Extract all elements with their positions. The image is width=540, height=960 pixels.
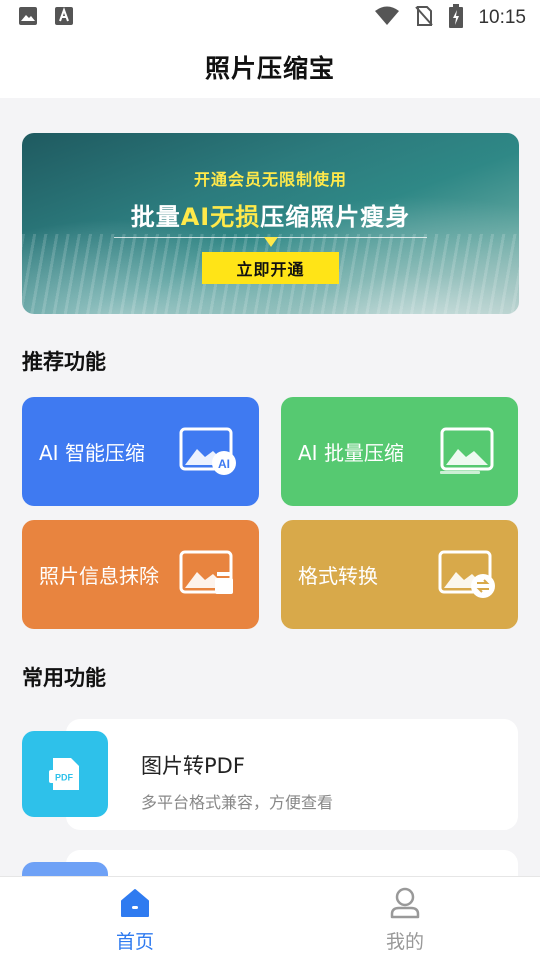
ai-image-icon: AI xyxy=(179,427,237,477)
recommended-section-title: 推荐功能 xyxy=(22,350,106,374)
common-section-title: 常用功能 xyxy=(22,666,106,690)
list-item-title: 图片转PDF xyxy=(141,754,245,778)
photo-info-erase-card[interactable]: 照片信息抹除 xyxy=(22,520,259,629)
ai-batch-compress-card[interactable]: AI 批量压缩 xyxy=(281,397,518,506)
status-bar: 10:15 xyxy=(0,0,540,36)
nav-home[interactable]: 首页 xyxy=(0,877,270,960)
app-title: 照片压缩宝 xyxy=(204,54,335,83)
pdf-file-icon: PDF xyxy=(22,731,108,817)
user-icon xyxy=(389,887,421,919)
wifi-icon xyxy=(374,5,400,31)
banner-headline-highlight: AI无损 xyxy=(180,203,261,231)
image-notification-icon xyxy=(18,6,38,30)
battery-charging-icon xyxy=(448,4,464,32)
font-notification-icon xyxy=(54,6,74,30)
status-time: 10:15 xyxy=(478,7,526,28)
banner-headline: 批量AI无损压缩照片瘦身 xyxy=(22,197,519,232)
no-sim-icon xyxy=(414,5,434,31)
format-convert-card[interactable]: 格式转换 xyxy=(281,520,518,629)
svg-text:AI: AI xyxy=(218,457,230,471)
card-label: 格式转换 xyxy=(298,564,378,588)
membership-banner[interactable]: 开通会员无限制使用 批量AI无损压缩照片瘦身 立即开通 xyxy=(22,133,519,314)
list-item-desc: 多平台格式兼容，方便查看 xyxy=(141,793,334,812)
image-erase-icon xyxy=(179,550,237,600)
nav-mine[interactable]: 我的 xyxy=(270,877,540,960)
open-membership-button[interactable]: 立即开通 xyxy=(202,252,339,284)
banner-headline-prefix: 批量 xyxy=(130,203,181,231)
banner-subtitle: 开通会员无限制使用 xyxy=(193,170,347,189)
card-label: 照片信息抹除 xyxy=(39,564,159,588)
bottom-nav: 首页 我的 xyxy=(0,876,540,960)
banner-headline-suffix: 压缩照片瘦身 xyxy=(260,203,411,231)
banner-arrow-icon xyxy=(264,237,278,247)
image-to-pdf-item[interactable] xyxy=(66,719,518,830)
status-left xyxy=(18,6,74,30)
svg-text:PDF: PDF xyxy=(55,773,74,783)
ai-smart-compress-card[interactable]: AI 智能压缩 AI xyxy=(22,397,259,506)
image-convert-icon xyxy=(438,550,496,600)
home-icon xyxy=(119,887,151,919)
nav-home-label: 首页 xyxy=(115,931,154,953)
card-label: AI 批量压缩 xyxy=(298,441,404,465)
status-right: 10:15 xyxy=(374,4,526,32)
image-stack-icon xyxy=(438,427,496,477)
nav-mine-label: 我的 xyxy=(385,931,424,953)
card-label: AI 智能压缩 xyxy=(39,441,145,465)
app-bar: 照片压缩宝 xyxy=(0,36,540,98)
